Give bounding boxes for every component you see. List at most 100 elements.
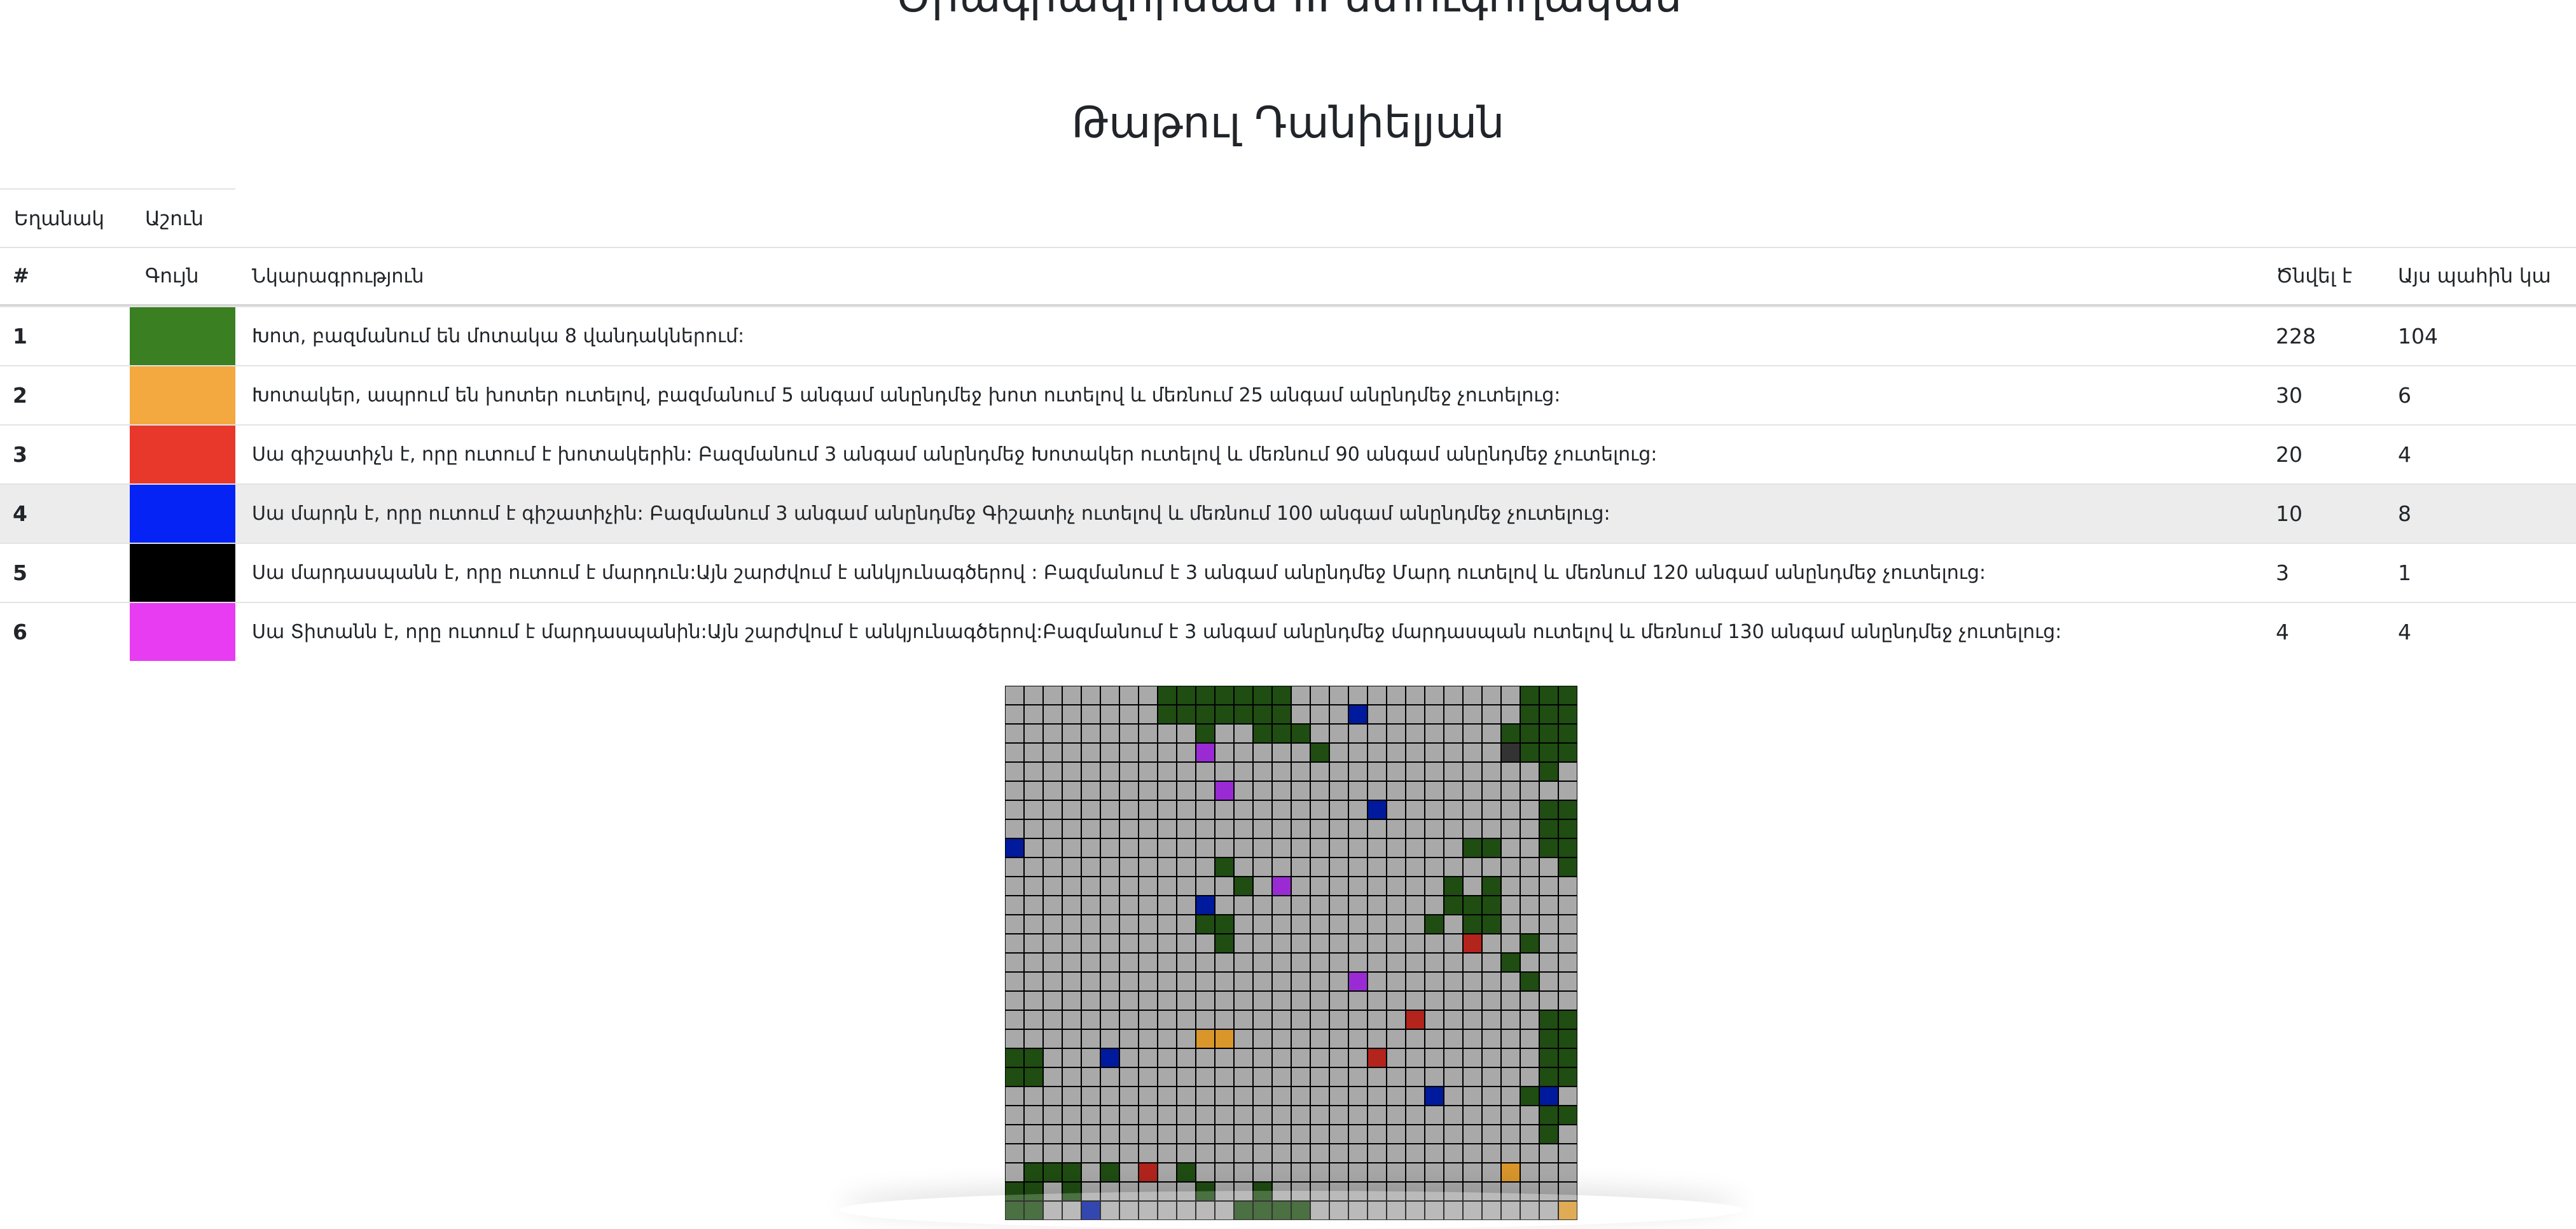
- grid-cell-empty: [1005, 952, 1025, 973]
- grid-cell-empty: [1443, 914, 1464, 934]
- grid-cell-empty: [1424, 1143, 1444, 1163]
- grid-cell-empty: [1138, 857, 1158, 877]
- grid-cell-empty: [1386, 1029, 1406, 1049]
- grid-cell-empty: [1176, 1105, 1196, 1125]
- grid-cell-empty: [1119, 781, 1139, 801]
- grid-cell-empty: [1558, 990, 1577, 1011]
- grid-cell-empty: [1081, 1086, 1101, 1106]
- grid-cell-empty: [1042, 876, 1063, 896]
- page-title: Ծրագրավորման III ստուգողական: [0, 0, 2576, 19]
- grid-cell-human: [1195, 895, 1215, 915]
- grid-cell-empty: [1081, 990, 1101, 1011]
- color-swatch: [130, 603, 235, 661]
- grid-cell-predator: [1405, 1010, 1425, 1030]
- grid-cell-empty: [1195, 781, 1215, 801]
- grid-cell-empty: [1386, 952, 1406, 973]
- grid-cell-empty: [1252, 742, 1273, 763]
- grid-cell-grass: [1520, 971, 1540, 992]
- grid-cell-empty: [1062, 952, 1082, 973]
- grid-cell-empty: [1558, 971, 1577, 992]
- grid-cell-empty: [1539, 895, 1559, 915]
- row-born: 228: [2276, 324, 2316, 349]
- grid-cell-grass: [1500, 952, 1521, 973]
- color-swatch: [130, 485, 235, 543]
- grid-cell-empty: [1233, 895, 1254, 915]
- grid-cell-empty: [1405, 1143, 1425, 1163]
- grid-cell-empty: [1195, 952, 1215, 973]
- grid-cell-grass: [1520, 686, 1540, 705]
- grid-cell-empty: [1023, 800, 1044, 820]
- grid-cell-empty: [1271, 838, 1292, 858]
- grid-cell-empty: [1405, 742, 1425, 763]
- grid-cell-empty: [1062, 742, 1082, 763]
- weather-label: Եղանակ: [14, 207, 105, 230]
- grid-cell-empty: [1157, 895, 1177, 915]
- grid-cell-empty: [1520, 1162, 1540, 1183]
- row-alive: 8: [2398, 501, 2411, 526]
- grid-cell-empty: [1348, 1010, 1368, 1030]
- grid-cell-empty: [1271, 742, 1292, 763]
- grid-cell-empty: [1329, 1067, 1349, 1087]
- header-description: Նկարագրություն: [252, 265, 424, 288]
- grid-cell-empty: [1405, 933, 1425, 954]
- grid-cell-empty: [1348, 1029, 1368, 1049]
- grid-cell-empty: [1386, 704, 1406, 725]
- grid-cell-empty: [1176, 819, 1196, 839]
- grid-cell-empty: [1119, 914, 1139, 934]
- grid-cell-empty: [1252, 1010, 1273, 1030]
- grid-cell-empty: [1405, 819, 1425, 839]
- grid-cell-empty: [1081, 1067, 1101, 1087]
- grid-cell-empty: [1291, 704, 1311, 725]
- grid-cell-empty: [1023, 742, 1044, 763]
- grid-cell-grass: [1539, 723, 1559, 744]
- grid-cell-empty: [1329, 1029, 1349, 1049]
- grid-cell-predator: [1367, 1048, 1387, 1068]
- grid-cell-grass: [1558, 800, 1577, 820]
- grid-cell-empty: [1023, 1124, 1044, 1144]
- grid-cell-empty: [1042, 895, 1063, 915]
- header-num: #: [13, 265, 29, 288]
- grid-cell-empty: [1520, 1105, 1540, 1125]
- grid-cell-empty: [1443, 1086, 1464, 1106]
- grid-cell-empty: [1462, 990, 1483, 1011]
- grid-cell-empty: [1138, 1086, 1158, 1106]
- grid-cell-empty: [1291, 1048, 1311, 1068]
- grid-cell-empty: [1271, 933, 1292, 954]
- grid-cell-empty: [1386, 819, 1406, 839]
- grid-cell-empty: [1023, 704, 1044, 725]
- color-cell: [130, 366, 235, 424]
- grid-cell-empty: [1062, 1124, 1082, 1144]
- grid-cell-grass: [1176, 1162, 1196, 1183]
- grid-cell-empty: [1005, 742, 1025, 763]
- grid-cell-empty: [1462, 1067, 1483, 1087]
- grid-cell-empty: [1520, 838, 1540, 858]
- grid-cell-empty: [1500, 1105, 1521, 1125]
- grid-cell-empty: [1367, 781, 1387, 801]
- grid-cell-grass: [1539, 686, 1559, 705]
- grid-cell-empty: [1138, 1105, 1158, 1125]
- row-born: 30: [2276, 383, 2302, 408]
- grid-cell-empty: [1081, 895, 1101, 915]
- grid-cell-empty: [1481, 1124, 1502, 1144]
- grid-cell-empty: [1252, 838, 1273, 858]
- grid-cell-empty: [1023, 1086, 1044, 1106]
- grid-cell-grass: [1539, 1029, 1559, 1049]
- grid-cell-empty: [1005, 1086, 1025, 1106]
- grid-cell-empty: [1081, 742, 1101, 763]
- grid-cell-empty: [1271, 1010, 1292, 1030]
- grid-cell-empty: [1042, 800, 1063, 820]
- grid-cell-empty: [1291, 1162, 1311, 1183]
- grid-cell-empty: [1176, 761, 1196, 782]
- grid-cell-empty: [1119, 1067, 1139, 1087]
- grid-cell-empty: [1100, 1143, 1120, 1163]
- grid-cell-empty: [1100, 952, 1120, 973]
- simulation-canvas[interactable]: [1005, 686, 1577, 1220]
- grid-cell-empty: [1520, 1048, 1540, 1068]
- grid-cell-empty: [1081, 914, 1101, 934]
- grid-cell-empty: [1310, 933, 1330, 954]
- grid-cell-empty: [1348, 1105, 1368, 1125]
- grid-cell-empty: [1271, 895, 1292, 915]
- grid-cell-empty: [1462, 1086, 1483, 1106]
- grid-cell-empty: [1023, 686, 1044, 705]
- grid-cell-grass: [1558, 1048, 1577, 1068]
